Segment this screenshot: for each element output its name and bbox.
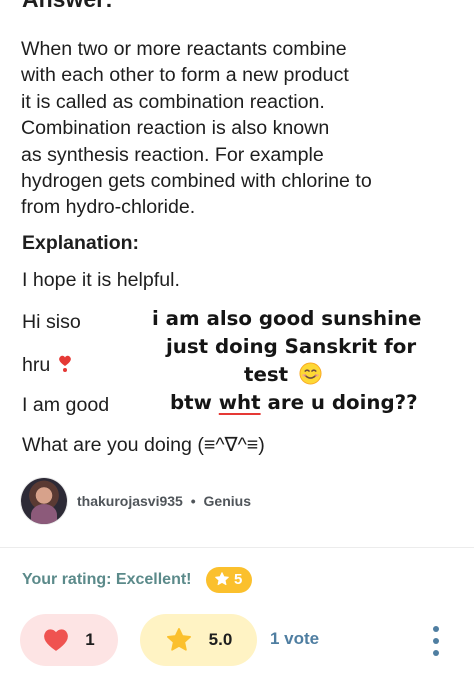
chat-right-btw-a: btw xyxy=(170,391,219,414)
your-rating-row: Your rating: Excellent! 5 xyxy=(22,567,253,593)
more-icon[interactable] xyxy=(426,624,446,658)
answer-line: with each other to form a new product xyxy=(21,64,349,87)
answer-line: hydrogen gets combined with chlorine to xyxy=(21,170,372,193)
rate-button[interactable]: 5.0 xyxy=(140,614,257,666)
thanks-count: 1 xyxy=(85,630,95,649)
answer-heading: Answer: xyxy=(22,0,113,13)
author-rank: Genius xyxy=(203,493,251,509)
chat-right-sunshine: i am also good sunshine xyxy=(152,307,422,330)
answer-body: When two or more reactants combine with … xyxy=(21,36,466,221)
more-dot xyxy=(433,650,439,656)
chat-left-doing: What are you doing (≡^∇^≡) xyxy=(22,434,265,456)
rating-average: 5.0 xyxy=(208,630,233,649)
chat-right-sanskrit: just doing Sanskrit for xyxy=(166,335,417,358)
divider xyxy=(0,547,474,548)
explanation-label: Explanation: xyxy=(22,232,140,254)
your-rating-badge: 5 xyxy=(205,567,253,593)
answer-line: Combination reaction is also known xyxy=(21,117,330,140)
author-name[interactable]: thakurojasvi935 • Genius xyxy=(77,493,251,509)
answer-line: from hydro-chloride. xyxy=(21,196,196,219)
chat-right-btw-c: are u doing?? xyxy=(260,391,418,414)
author-username[interactable]: thakurojasvi935 xyxy=(77,493,183,509)
more-dot xyxy=(433,626,439,632)
chat-left-good: I am good xyxy=(22,394,110,416)
more-dot xyxy=(433,638,439,644)
avatar[interactable] xyxy=(21,478,67,524)
answer-line: When two or more reactants combine xyxy=(21,38,347,60)
chat-right-test: test xyxy=(244,362,322,386)
author-separator: • xyxy=(190,493,196,509)
star-icon xyxy=(215,572,229,586)
chat-right-btw-wht: wht xyxy=(218,391,261,414)
your-rating-label: Your rating: Excellent! xyxy=(22,571,192,588)
heart-icon xyxy=(44,629,69,651)
chat-left-hi: Hi siso xyxy=(22,311,81,333)
chat-right-test-text: test xyxy=(244,363,289,386)
heart-emoji xyxy=(58,355,71,372)
chat-left-hru: hru xyxy=(22,354,72,377)
chat-left-hru-text: hru xyxy=(22,354,51,376)
chat-right-btw: btw wht are u doing?? xyxy=(170,391,418,414)
star-icon xyxy=(166,628,191,651)
votes-count[interactable]: 1 vote xyxy=(270,629,319,649)
helpful-line: I hope it is helpful. xyxy=(22,269,180,291)
answer-line: it is called as combination reaction. xyxy=(21,90,325,113)
answer-line: as synthesis reaction. For example xyxy=(21,143,324,166)
thanks-button[interactable]: 1 xyxy=(20,614,118,666)
smile-emoji xyxy=(299,362,322,385)
your-rating-value: 5 xyxy=(233,571,243,588)
